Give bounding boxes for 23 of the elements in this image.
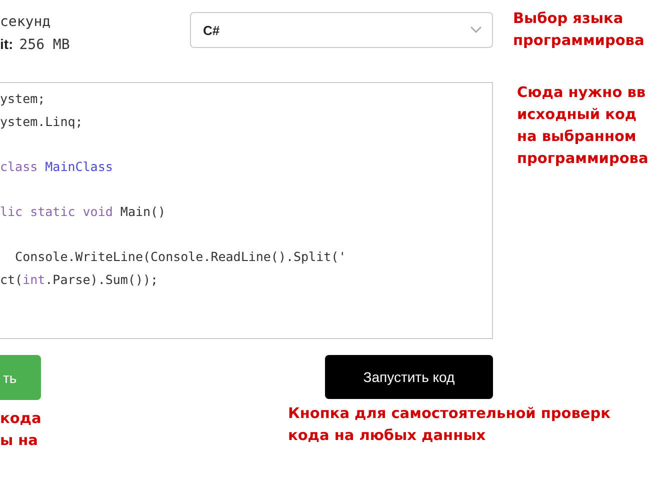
code-line: class MainClass bbox=[0, 158, 113, 174]
code-line: Console.WriteLine(Console.ReadLine().Split(' bbox=[14, 249, 346, 264]
annotation-text: кода на любых данных bbox=[288, 428, 486, 444]
annotation-text: ы на bbox=[0, 433, 38, 449]
time-limit: секунд bbox=[0, 14, 52, 30]
code-line: ystem; bbox=[0, 91, 46, 106]
chevron-down-icon bbox=[470, 26, 482, 34]
annotation-text: Сюда нужно вв bbox=[517, 85, 646, 101]
code-line: lic static void Main() bbox=[0, 204, 166, 219]
annotation-text: исходный код bbox=[517, 107, 637, 123]
memory-limit-label: it: bbox=[0, 36, 14, 52]
annotation-text: программирова bbox=[513, 33, 644, 49]
memory-limit: 256 MB bbox=[19, 37, 70, 53]
language-select[interactable]: C# bbox=[190, 12, 493, 48]
annotation-text: кода bbox=[0, 411, 42, 427]
annotation-text: программирова bbox=[517, 151, 648, 167]
code-editor[interactable]: ystem; ystem.Linq; class MainClass lic static void Main() Console.WriteLine(Console.ReadLine().Split(' ct(int.Parse).Sum()); bbox=[0, 82, 493, 339]
annotation-text: на выбранном bbox=[517, 129, 636, 145]
annotation-text: Выбор языка bbox=[513, 11, 624, 27]
annotation-text: Кнопка для самостоятельной проверк bbox=[288, 406, 610, 422]
code-line: ct(int.Parse).Sum()); bbox=[0, 272, 158, 287]
run-code-button[interactable]: Запустить код bbox=[325, 355, 493, 399]
code-line: ystem.Linq; bbox=[0, 114, 83, 129]
